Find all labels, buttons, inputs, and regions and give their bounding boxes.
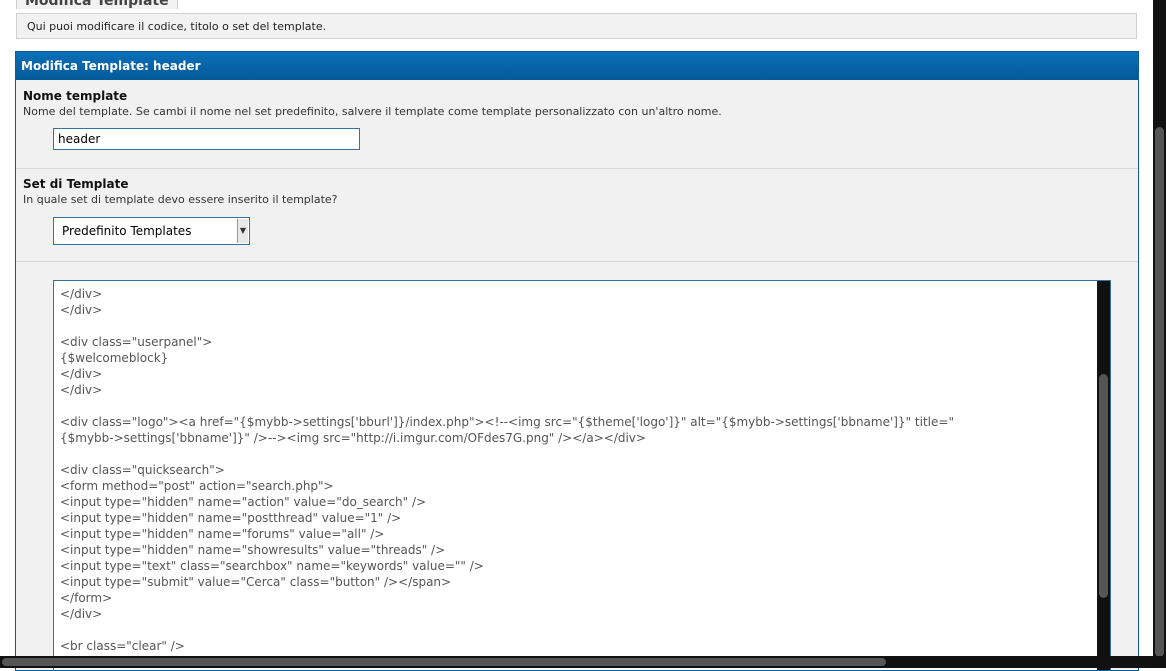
chevron-down-icon[interactable]: ▼: [237, 219, 248, 243]
template-name-label: Nome template: [23, 89, 128, 103]
template-code[interactable]: </div> </div> <div class="userpanel"> {$…: [54, 281, 1110, 654]
page-description: Qui puoi modificare il codice, titolo o …: [16, 13, 1137, 39]
template-name-description: Nome del template. Se cambi il nome nel …: [23, 105, 722, 118]
window-horizontal-scrollbar[interactable]: [0, 656, 1166, 668]
edit-template-panel: Modifica Template: header Nome template …: [15, 51, 1139, 671]
page-title: Modifica Template: [16, 0, 178, 9]
window-horizontal-scrollbar-thumb[interactable]: [2, 658, 886, 666]
template-set-description: In quale set di template devo essere ins…: [23, 193, 338, 206]
editor-scrollbar-thumb[interactable]: [1099, 374, 1108, 598]
window-vertical-scrollbar-thumb[interactable]: [1155, 127, 1164, 657]
template-set-label: Set di Template: [23, 177, 129, 191]
window-vertical-scrollbar[interactable]: [1153, 0, 1166, 668]
template-name-input[interactable]: [53, 128, 360, 150]
panel-header: Modifica Template: header: [16, 52, 1138, 80]
editor-scrollbar[interactable]: [1097, 281, 1110, 670]
template-set-row: Set di Template In quale set di template…: [16, 169, 1138, 262]
template-code-editor[interactable]: </div> </div> <div class="userpanel"> {$…: [53, 280, 1111, 670]
template-set-select[interactable]: Predefinito Templates ▼: [53, 217, 250, 245]
template-set-selected-value: Predefinito Templates: [62, 224, 192, 238]
template-name-row: Nome template Nome del template. Se camb…: [16, 80, 1138, 169]
